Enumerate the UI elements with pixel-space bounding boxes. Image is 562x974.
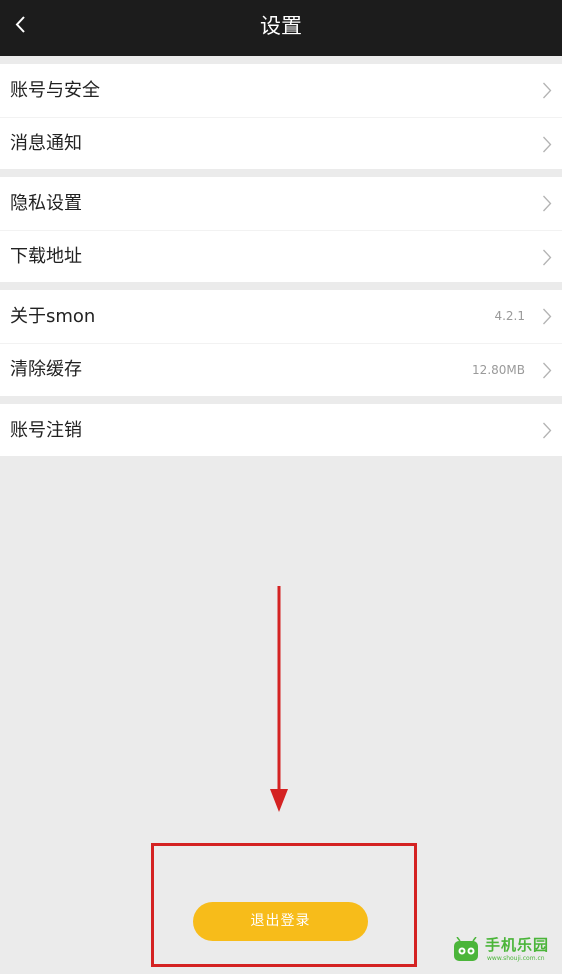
annotation-arrow [270,586,288,812]
settings-item-label: 隐私设置 [10,193,82,214]
settings-group-deactivate: 账号注销 [0,404,562,456]
settings-item-download-url[interactable]: 下载地址 [0,230,562,283]
settings-item-label: 下载地址 [10,246,82,267]
chevron-right-icon [543,362,552,379]
settings-item-label: 消息通知 [10,133,82,154]
watermark-logo: 手机乐园 www.shouji.com.cn [452,934,558,968]
chevron-right-icon [543,308,552,325]
title-bar: 设置 [0,0,562,56]
settings-item-label: 账号注销 [10,420,82,441]
settings-item-label: 账号与安全 [10,80,100,101]
settings-item-account-security[interactable]: 账号与安全 [0,64,562,117]
settings-item-account-deactivate[interactable]: 账号注销 [0,404,562,457]
settings-screen: 设置 账号与安全 消息通知 隐私设置 下载地址 关于smon 4.2.1 清除缓… [0,0,562,974]
chevron-right-icon [543,249,552,266]
logout-button[interactable]: 退出登录 [193,902,368,941]
settings-item-label: 关于smon [10,306,96,327]
app-version-value: 4.2.1 [494,309,525,323]
cache-size-value: 12.80MB [472,363,525,377]
settings-item-about[interactable]: 关于smon 4.2.1 [0,290,562,343]
settings-item-clear-cache[interactable]: 清除缓存 12.80MB [0,343,562,396]
chevron-right-icon [543,82,552,99]
settings-group-about: 关于smon 4.2.1 清除缓存 12.80MB [0,290,562,396]
chevron-right-icon [543,422,552,439]
watermark-url: www.shouji.com.cn [487,955,545,962]
chevron-right-icon [543,195,552,212]
chevron-right-icon [543,136,552,153]
watermark-text: 手机乐园 [485,936,550,954]
settings-group-account: 账号与安全 消息通知 [0,64,562,169]
page-title: 设置 [260,14,302,38]
phone-robot-icon [454,937,478,961]
settings-group-privacy: 隐私设置 下载地址 [0,177,562,282]
settings-item-notifications[interactable]: 消息通知 [0,117,562,170]
settings-item-privacy[interactable]: 隐私设置 [0,177,562,230]
settings-item-label: 清除缓存 [10,359,82,380]
